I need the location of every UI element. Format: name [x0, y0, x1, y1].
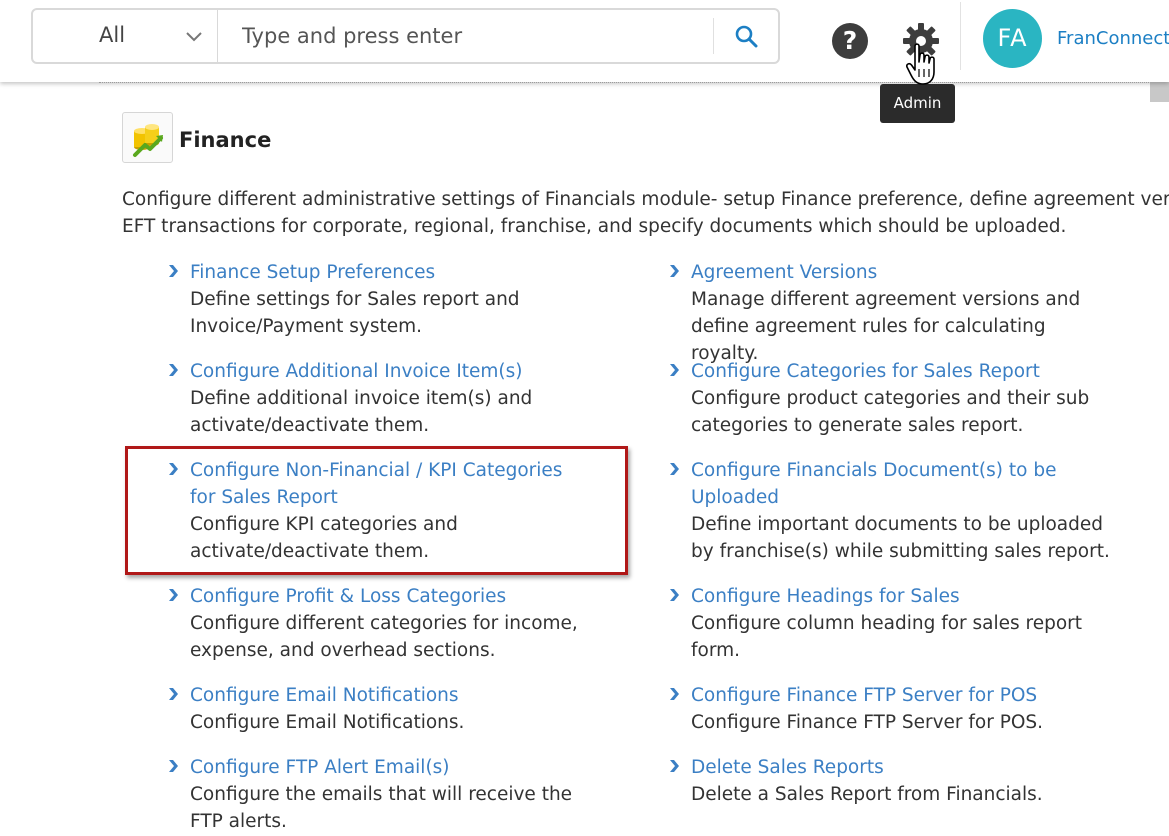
bullet-arrow-icon	[670, 463, 679, 475]
list-item: Configure Additional Invoice Item(s) Def…	[169, 358, 590, 439]
item-description: Define important documents to be uploade…	[691, 514, 1110, 562]
page-title: Finance	[179, 128, 272, 152]
item-description: Configure Email Notifications.	[190, 712, 465, 733]
configure-finance-ftp-server-link[interactable]: Configure Finance FTP Server for POS	[691, 682, 1111, 709]
list-item: Configure Finance FTP Server for POS Con…	[670, 682, 1111, 736]
list-item: Configure Categories for Sales Report Co…	[670, 358, 1111, 439]
description-line: EFT transactions for corporate, regional…	[122, 216, 1067, 237]
bullet-arrow-icon	[169, 589, 178, 601]
list-item: Finance Setup Preferences Define setting…	[169, 259, 590, 340]
bullet-arrow-icon	[169, 688, 178, 700]
bullet-arrow-icon	[670, 688, 679, 700]
page-description: Configure different administrative setti…	[122, 186, 1169, 240]
item-description: Configure column heading for sales repor…	[691, 613, 1083, 661]
configure-ftp-alert-emails-link[interactable]: Configure FTP Alert Email(s)	[190, 754, 590, 781]
configure-profit-loss-categories-link[interactable]: Configure Profit & Loss Categories	[190, 583, 590, 610]
item-description: Define additional invoice item(s) and ac…	[190, 388, 533, 436]
question-circle-icon[interactable]: ?	[832, 23, 868, 59]
item-description: Define settings for Sales report and Inv…	[190, 289, 520, 337]
bullet-arrow-icon	[670, 760, 679, 772]
bullet-arrow-icon	[670, 589, 679, 601]
hand-pointer-cursor-icon	[906, 42, 942, 92]
item-description: Configure Finance FTP Server for POS.	[691, 712, 1044, 733]
bullet-arrow-icon	[670, 364, 679, 376]
item-description: Delete a Sales Report from Financials.	[691, 784, 1043, 805]
bullet-arrow-icon	[169, 364, 178, 376]
finance-setup-preferences-link[interactable]: Finance Setup Preferences	[190, 259, 590, 286]
finance-coins-icon	[122, 112, 173, 163]
list-item: Configure Financials Document(s) to be U…	[670, 457, 1111, 565]
configure-additional-invoice-items-link[interactable]: Configure Additional Invoice Item(s)	[190, 358, 590, 385]
global-search: All	[31, 8, 780, 64]
list-item: Configure Profit & Loss Categories Confi…	[169, 583, 590, 664]
highlight-box	[125, 446, 628, 575]
list-item: Delete Sales Reports Delete a Sales Repo…	[670, 754, 1111, 808]
delete-sales-reports-link[interactable]: Delete Sales Reports	[691, 754, 1111, 781]
item-description: Manage different agreement versions and …	[691, 289, 1081, 364]
chevron-down-icon	[185, 28, 203, 47]
item-description: Configure product categories and their s…	[691, 388, 1090, 436]
top-header: All ?	[0, 0, 1169, 82]
configure-financials-documents-link[interactable]: Configure Financials Document(s) to be U…	[691, 457, 1111, 511]
list-item: Configure Headings for Sales Configure c…	[670, 583, 1111, 664]
agreement-versions-link[interactable]: Agreement Versions	[691, 259, 1111, 286]
search-scope-select[interactable]: All	[33, 10, 218, 62]
search-input[interactable]	[219, 10, 712, 62]
configure-sales-report-categories-link[interactable]: Configure Categories for Sales Report	[691, 358, 1111, 385]
list-item: Configure FTP Alert Email(s) Configure t…	[169, 754, 590, 835]
search-button[interactable]	[713, 18, 778, 54]
configure-headings-for-sales-link[interactable]: Configure Headings for Sales	[691, 583, 1111, 610]
user-name-link[interactable]: FranConnect	[1057, 28, 1169, 49]
avatar[interactable]: FA	[983, 9, 1042, 68]
bullet-arrow-icon	[169, 265, 178, 277]
search-scope-label: All	[99, 23, 126, 47]
bullet-arrow-icon	[169, 760, 178, 772]
header-divider	[960, 2, 961, 70]
scrollbar[interactable]	[1150, 82, 1169, 102]
separator	[99, 82, 1149, 83]
configure-email-notifications-link[interactable]: Configure Email Notifications	[190, 682, 590, 709]
item-description: Configure different categories for incom…	[190, 613, 578, 661]
list-item: Configure Email Notifications Configure …	[169, 682, 590, 736]
item-description: Configure the emails that will receive t…	[190, 784, 573, 832]
bullet-arrow-icon	[670, 265, 679, 277]
list-item: Agreement Versions Manage different agre…	[670, 259, 1111, 367]
description-line: Configure different administrative setti…	[122, 189, 1169, 210]
